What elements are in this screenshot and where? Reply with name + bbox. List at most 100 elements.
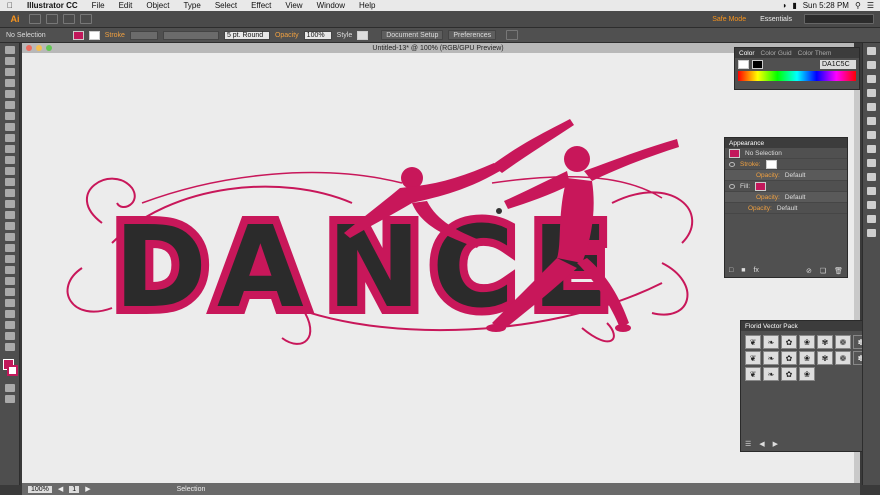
hand-tool-icon[interactable]	[4, 332, 15, 340]
eraser-tool-icon[interactable]	[4, 167, 15, 175]
layers-icon[interactable]	[867, 187, 876, 195]
appearance-row-fill[interactable]: Fill:	[725, 181, 847, 192]
brush-definition[interactable]: 5 pt. Round	[223, 30, 270, 40]
symbols-icon[interactable]	[867, 103, 876, 111]
shape-builder-tool-icon[interactable]	[4, 222, 15, 230]
menu-view[interactable]: View	[278, 1, 309, 10]
rotate-tool-icon[interactable]	[4, 178, 15, 186]
appearance-title[interactable]: Appearance	[729, 140, 764, 147]
add-effect-icon[interactable]: fx	[753, 267, 758, 275]
zoom-level[interactable]: 100%	[28, 485, 52, 493]
document-setup-button[interactable]: Document Setup	[381, 30, 444, 40]
delete-item-icon[interactable]: 🗑	[834, 267, 843, 275]
mesh-tool-icon[interactable]	[4, 244, 15, 252]
duplicate-item-icon[interactable]: ❏	[820, 267, 826, 275]
graphic-styles-icon[interactable]	[867, 173, 876, 181]
perspective-grid-tool-icon[interactable]	[4, 233, 15, 241]
menu-object[interactable]: Object	[139, 1, 176, 10]
brushes-icon[interactable]	[867, 89, 876, 97]
clear-appearance-icon[interactable]: ⊘	[806, 267, 812, 275]
pen-tool-icon[interactable]	[4, 90, 15, 98]
stroke-weight-field[interactable]	[129, 30, 158, 40]
swatches-icon[interactable]	[867, 75, 876, 83]
help-search-input[interactable]	[804, 14, 874, 24]
color-panel-icon[interactable]	[867, 47, 876, 55]
florid-symbol-icon[interactable]: ❦	[745, 335, 761, 349]
stroke-label[interactable]: Stroke	[105, 32, 125, 39]
opacity-label[interactable]: Opacity	[275, 32, 299, 39]
menu-edit[interactable]: Edit	[112, 1, 140, 10]
free-transform-tool-icon[interactable]	[4, 211, 15, 219]
visibility-eye-icon[interactable]	[729, 183, 735, 189]
zoom-tool-icon[interactable]	[4, 343, 15, 351]
line-tool-icon[interactable]	[4, 123, 15, 131]
color-guide-icon[interactable]	[867, 61, 876, 69]
next-library-icon[interactable]: ▶	[773, 440, 778, 448]
stroke-icon[interactable]	[867, 117, 876, 125]
appearance-row-fill-opacity[interactable]: Opacity: Default	[725, 192, 847, 203]
align-panel-icon[interactable]	[867, 215, 876, 223]
gpu-button[interactable]	[80, 14, 92, 24]
fill-attr-label[interactable]: Fill:	[740, 183, 750, 190]
add-new-fill-icon[interactable]: ■	[741, 267, 745, 275]
transparency-icon[interactable]	[867, 145, 876, 153]
fill-swatch[interactable]	[72, 30, 84, 40]
bridge-button[interactable]	[29, 14, 41, 24]
menu-window[interactable]: Window	[310, 1, 352, 10]
apple-icon[interactable]: 	[0, 1, 20, 10]
list-icon[interactable]: ☰	[867, 1, 874, 10]
type-tool-icon[interactable]	[4, 112, 15, 120]
lasso-tool-icon[interactable]	[4, 79, 15, 87]
florid-symbol-icon[interactable]: ❧	[763, 335, 779, 349]
symbol-sprayer-tool-icon[interactable]	[4, 288, 15, 296]
safe-mode-label[interactable]: Safe Mode	[712, 16, 746, 23]
pencil-tool-icon[interactable]	[4, 156, 15, 164]
gradient-icon[interactable]	[867, 131, 876, 139]
appearance-row-opacity[interactable]: Opacity: Default	[725, 203, 847, 214]
opacity-attr-label[interactable]: Opacity:	[748, 205, 772, 212]
tab-color-themes[interactable]: Color Them	[798, 50, 832, 57]
screen-mode-icon[interactable]	[4, 395, 15, 403]
width-tool-icon[interactable]	[4, 200, 15, 208]
tab-color-guide[interactable]: Color Guid	[761, 50, 792, 57]
black-swatch[interactable]	[752, 60, 763, 69]
graph-tool-icon[interactable]	[4, 299, 15, 307]
florid-symbol-icon[interactable]: ❀	[799, 367, 815, 381]
florid-symbol-icon[interactable]: ❀	[799, 351, 815, 365]
rectangle-tool-icon[interactable]	[4, 134, 15, 142]
stroke-attr-swatch[interactable]	[765, 159, 777, 169]
stock-button[interactable]	[46, 14, 58, 24]
add-new-stroke-icon[interactable]: □	[729, 267, 733, 275]
artboards-icon[interactable]	[867, 201, 876, 209]
none-swatch[interactable]	[738, 60, 749, 69]
florid-symbol-icon[interactable]: ❧	[763, 367, 779, 381]
first-artboard-icon[interactable]: ◀	[58, 485, 63, 493]
current-tool-status[interactable]: Selection	[177, 486, 206, 493]
opacity-field[interactable]: 100%	[303, 30, 332, 40]
arrange-button[interactable]	[63, 14, 75, 24]
scale-tool-icon[interactable]	[4, 189, 15, 197]
curvature-tool-icon[interactable]	[4, 101, 15, 109]
color-spectrum[interactable]	[738, 71, 856, 81]
visibility-eye-icon[interactable]	[729, 161, 735, 167]
library-menu-icon[interactable]: ☰	[745, 440, 751, 448]
opacity-attr-label[interactable]: Opacity:	[756, 172, 780, 179]
hex-field[interactable]: DA1C5C	[820, 60, 856, 69]
appearance-row-stroke-opacity[interactable]: Opacity: Default	[725, 170, 847, 181]
paintbrush-tool-icon[interactable]	[4, 145, 15, 153]
stroke-swatch[interactable]	[88, 30, 100, 40]
florid-symbol-icon[interactable]: ❧	[763, 351, 779, 365]
opacity-attr-label[interactable]: Opacity:	[756, 194, 780, 201]
search-icon[interactable]: ⚲	[855, 1, 861, 10]
app-name[interactable]: Illustrator CC	[20, 1, 85, 10]
symbol-library-title[interactable]: Florid Vector Pack	[745, 323, 798, 330]
florid-symbol-icon[interactable]: ✿	[781, 367, 797, 381]
battery-icon[interactable]: ▮	[792, 1, 796, 10]
drawing-mode-icon[interactable]	[4, 384, 15, 392]
preferences-button[interactable]: Preferences	[448, 30, 497, 40]
clock[interactable]: Sun 5:28 PM	[803, 1, 849, 10]
direct-selection-tool-icon[interactable]	[4, 57, 15, 65]
menu-help[interactable]: Help	[352, 1, 382, 10]
magic-wand-tool-icon[interactable]	[4, 68, 15, 76]
florid-symbol-icon[interactable]: ❦	[745, 351, 761, 365]
